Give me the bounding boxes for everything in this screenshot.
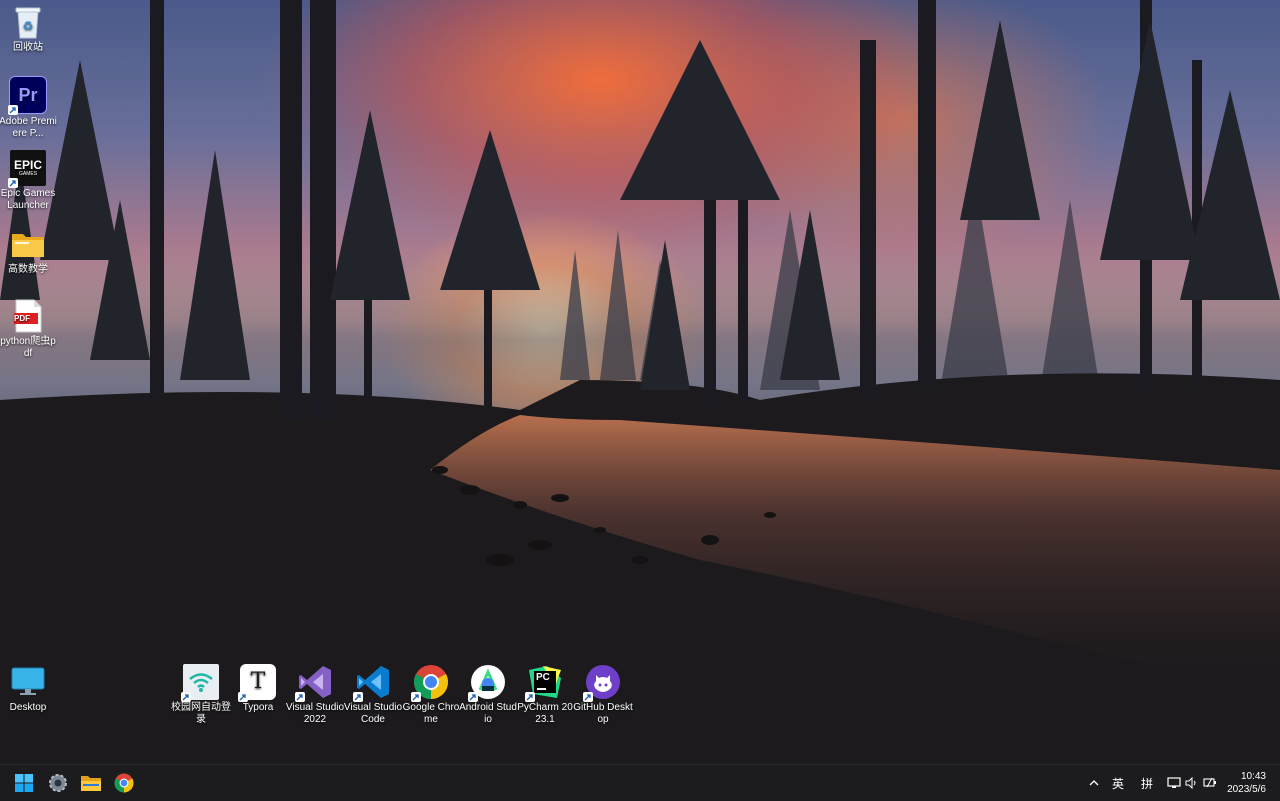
- desktop-icon-github-desktop[interactable]: GitHub Desktop: [573, 664, 633, 726]
- clock-date: 2023/5/6: [1227, 784, 1266, 795]
- desktop-icon-desktop[interactable]: Desktop: [0, 664, 58, 714]
- desktop-icon-label: Desktop: [9, 702, 47, 713]
- shortcut-arrow-icon: [353, 692, 363, 702]
- desktop-icon-label: PyCharm 2023.1: [517, 702, 573, 725]
- taskbar: 英 拼 10:43 2023/5/6: [0, 764, 1280, 801]
- quick-settings-button[interactable]: [1164, 769, 1220, 797]
- input-mode-indicator[interactable]: 拼: [1141, 775, 1153, 792]
- vscode-icon: [353, 664, 391, 702]
- wifi-app-icon: [181, 664, 219, 702]
- pycharm-icon: PC: [525, 664, 563, 702]
- battery-icon: [1203, 777, 1216, 788]
- android-studio-icon: [468, 664, 506, 702]
- shortcut-arrow-icon: [295, 692, 305, 702]
- monitor-icon: [10, 664, 46, 700]
- desktop-icon-android-studio[interactable]: Android Studio: [458, 664, 518, 726]
- windows-start-icon: [15, 774, 33, 792]
- desktop-icon-label: Typora: [242, 702, 274, 713]
- desktop-icon-label: python爬虫pdf: [0, 336, 56, 359]
- premiere-pro-icon: Pr: [8, 76, 47, 115]
- shortcut-arrow-icon: [468, 692, 478, 702]
- chrome-icon: [114, 773, 134, 793]
- desktop-icon-label: Google Chrome: [402, 702, 460, 725]
- desktop-icon-label: 回收站: [13, 42, 43, 53]
- github-desktop-icon: [583, 664, 621, 702]
- system-clock[interactable]: 10:43 2023/5/6: [1227, 770, 1266, 796]
- shortcut-arrow-icon: [525, 692, 535, 702]
- shortcut-arrow-icon: [583, 692, 593, 702]
- desktop-icon-recycle-bin[interactable]: ♻ 回收站: [0, 4, 58, 54]
- tray-overflow-button[interactable]: [1084, 769, 1104, 797]
- shortcut-arrow-icon: [8, 105, 18, 115]
- desktop-icon-label: Adobe Premiere P...: [0, 116, 57, 139]
- desktop-icon-epic-games[interactable]: EPIC GAMES Epic Games Launcher: [0, 150, 58, 212]
- typora-icon: T: [238, 664, 276, 702]
- recycle-bin-icon: ♻: [10, 4, 46, 40]
- desktop-wallpaper: [0, 0, 1280, 764]
- volume-icon: [1185, 777, 1196, 789]
- desktop-icon-typora[interactable]: T Typora: [228, 664, 288, 714]
- input-language-indicator[interactable]: 英: [1112, 775, 1124, 792]
- desktop-icon-campus-net[interactable]: 校园网自动登录: [171, 664, 231, 726]
- desktop-icon-label: 校园网自动登录: [171, 702, 231, 725]
- desktop-icon-label: GitHub Desktop: [573, 702, 633, 725]
- taskbar-file-explorer-button[interactable]: [77, 769, 105, 797]
- start-button[interactable]: [10, 769, 38, 797]
- desktop-icon-python-pdf[interactable]: PDF python爬虫pdf: [0, 298, 58, 360]
- desktop-icon-label: Visual Studio Code: [343, 702, 403, 725]
- clock-time: 10:43: [1240, 771, 1266, 782]
- folder-icon: [81, 776, 101, 791]
- desktop-icon-vscode[interactable]: Visual Studio Code: [343, 664, 403, 726]
- forest-sunset-scenery: [0, 0, 1280, 764]
- taskbar-chrome-button[interactable]: [110, 769, 138, 797]
- desktop-icon-adobe-premiere[interactable]: Pr Adobe Premiere P...: [0, 76, 58, 140]
- desktop-icon-label: 高数教学: [8, 264, 48, 275]
- shortcut-arrow-icon: [238, 692, 248, 702]
- desktop-icon-label: Epic Games Launcher: [0, 188, 56, 211]
- desktop-icon-label: Android Studio: [459, 702, 517, 725]
- chrome-icon: [411, 664, 449, 702]
- visual-studio-icon: [295, 664, 333, 702]
- svg-text:♻: ♻: [23, 19, 34, 33]
- network-icon: [1167, 777, 1181, 788]
- shortcut-arrow-icon: [8, 178, 18, 188]
- desktop-icon-pycharm[interactable]: PC PyCharm 2023.1: [515, 664, 575, 726]
- folder-icon: [10, 226, 46, 262]
- pdf-icon: PDF: [10, 298, 46, 334]
- desktop-icon-folder-math[interactable]: 高数教学: [0, 226, 58, 276]
- desktop-icon-visual-studio[interactable]: Visual Studio 2022: [285, 664, 345, 726]
- gear-icon: [49, 774, 67, 792]
- shortcut-arrow-icon: [181, 692, 191, 702]
- epic-games-icon: EPIC GAMES: [8, 150, 46, 188]
- desktop-icon-google-chrome[interactable]: Google Chrome: [401, 664, 461, 726]
- desktop-icon-label: Visual Studio 2022: [285, 702, 345, 725]
- chevron-up-icon: [1089, 780, 1099, 786]
- taskbar-settings-button[interactable]: [44, 769, 72, 797]
- shortcut-arrow-icon: [411, 692, 421, 702]
